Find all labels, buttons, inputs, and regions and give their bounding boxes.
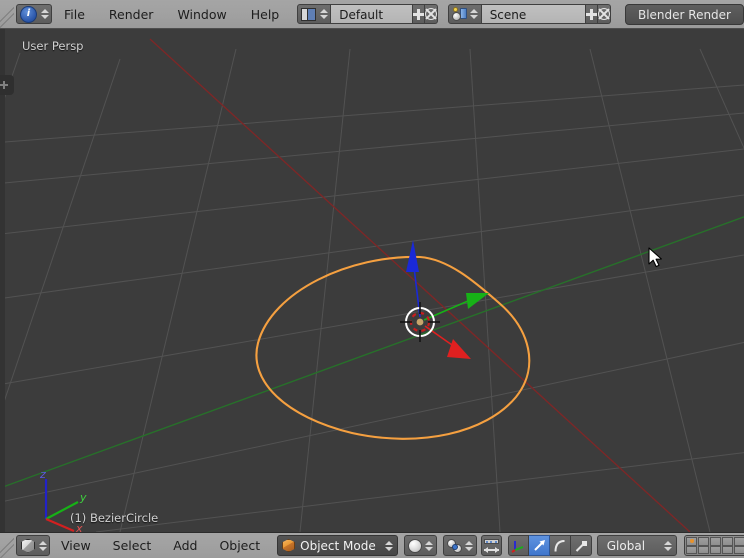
- chevron-updown-icon: [319, 7, 328, 22]
- viewport-scene: z y x: [0, 38, 744, 532]
- rotate-arc-icon: [554, 539, 565, 552]
- menu-add[interactable]: Add: [162, 533, 208, 558]
- menu-select[interactable]: Select: [102, 533, 163, 558]
- menu-window[interactable]: Window: [165, 0, 238, 29]
- layer-button[interactable]: [686, 537, 698, 546]
- manipulator-axis-y[interactable]: [423, 293, 489, 321]
- editor-type-selector[interactable]: i: [16, 4, 52, 24]
- header-grip: [0, 531, 14, 558]
- layer-button[interactable]: [734, 537, 744, 546]
- render-engine-selector[interactable]: Blender Render: [624, 3, 744, 25]
- delete-scene-button[interactable]: [597, 4, 611, 24]
- transform-orientation-label: Global: [606, 538, 646, 553]
- layer-button[interactable]: [710, 545, 722, 554]
- toolbar-region-toggle[interactable]: [0, 75, 14, 95]
- scale-manipulator-button[interactable]: [570, 535, 592, 556]
- snap-magnet-icon: [483, 539, 499, 553]
- 3d-cursor: [400, 302, 440, 342]
- blender-window: i File Render Window Help Default Scene …: [0, 0, 744, 558]
- interaction-mode-selector[interactable]: Object Mode: [277, 535, 398, 556]
- pivot-point-selector[interactable]: [442, 535, 477, 556]
- scale-handle-icon: [575, 540, 587, 552]
- layer-column: [698, 537, 710, 554]
- menu-help[interactable]: Help: [239, 0, 292, 29]
- chevron-updown-icon: [664, 538, 673, 553]
- layer-column: [686, 537, 698, 554]
- menu-object[interactable]: Object: [208, 533, 271, 558]
- floor-grid: [0, 48, 744, 532]
- gizmo-z-label: z: [39, 468, 46, 481]
- layer-column: [722, 537, 734, 554]
- rotate-manipulator-button[interactable]: [549, 535, 571, 556]
- manipulator-axis-icon: [511, 540, 524, 553]
- layer-button[interactable]: [698, 537, 710, 546]
- chevron-updown-icon: [385, 538, 394, 553]
- snap-during-transform-button[interactable]: [480, 535, 502, 556]
- scene-icon: [451, 7, 467, 21]
- chevron-updown-icon: [38, 538, 47, 553]
- object-mode-icon: [282, 539, 296, 552]
- menu-render[interactable]: Render: [97, 0, 166, 29]
- add-scene-button[interactable]: [585, 4, 598, 24]
- translate-manipulator-button[interactable]: [528, 535, 550, 556]
- gizmo-x-label: x: [75, 522, 83, 532]
- add-screen-layout-button[interactable]: [412, 4, 425, 24]
- mini-axis-gizmo: z y x: [39, 468, 87, 532]
- header-grip: [0, 0, 14, 29]
- editor-type-selector[interactable]: [16, 535, 50, 556]
- gizmo-y-label: y: [79, 491, 87, 504]
- screen-layout-icon: [301, 7, 317, 21]
- viewport-left-edge: [0, 29, 5, 532]
- world-axis-x: [149, 38, 691, 532]
- plus-icon: [0, 81, 8, 89]
- screen-layout-selector[interactable]: [297, 4, 332, 24]
- viewport-shading-selector[interactable]: [403, 535, 437, 556]
- layer-button[interactable]: [722, 545, 734, 554]
- chevron-updown-icon: [470, 7, 479, 22]
- menu-view[interactable]: View: [50, 533, 102, 558]
- scene-layers-group-a[interactable]: [683, 535, 744, 556]
- pivot-median-point-icon: [446, 538, 462, 553]
- manipulator-button-group: [507, 535, 592, 556]
- chevron-updown-icon: [465, 538, 474, 553]
- chevron-updown-icon: [425, 538, 434, 553]
- info-editor-icon: i: [20, 5, 37, 23]
- 3d-view-header: View Select Add Object Object Mode Globa…: [0, 532, 744, 558]
- screen-layout-name-field[interactable]: Default: [331, 4, 413, 24]
- translate-arrow-icon: [534, 539, 545, 551]
- layer-button[interactable]: [686, 545, 698, 554]
- layer-button[interactable]: [698, 545, 710, 554]
- 3d-view-editor-icon: [21, 538, 35, 553]
- manipulator-toggle-button[interactable]: [507, 535, 529, 556]
- interaction-mode-label: Object Mode: [300, 538, 376, 553]
- layer-column: [734, 537, 744, 554]
- 3d-viewport[interactable]: z y x User Persp (1) BezierCircle: [0, 29, 744, 532]
- layer-button[interactable]: [710, 537, 722, 546]
- shading-solid-icon: [407, 538, 422, 553]
- scene-browse-selector[interactable]: [447, 4, 482, 24]
- layer-button[interactable]: [734, 545, 744, 554]
- scene-name-field[interactable]: Scene: [481, 4, 586, 24]
- transform-orientation-selector[interactable]: Global: [596, 535, 677, 556]
- delete-screen-layout-button[interactable]: [424, 4, 438, 24]
- world-axis-y: [0, 216, 744, 489]
- chevron-updown-icon: [40, 7, 49, 22]
- menu-file[interactable]: File: [52, 0, 97, 29]
- info-editor-header: i File Render Window Help Default Scene …: [0, 0, 744, 29]
- layer-column: [710, 537, 722, 554]
- layer-button[interactable]: [722, 537, 734, 546]
